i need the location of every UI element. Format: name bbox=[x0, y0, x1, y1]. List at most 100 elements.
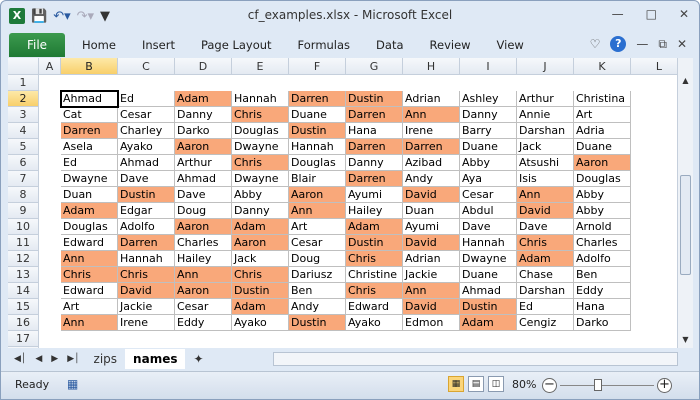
row-header-11[interactable]: 11 bbox=[8, 235, 39, 251]
cell[interactable]: Hannah bbox=[289, 139, 346, 155]
cell[interactable]: Ann bbox=[517, 187, 574, 203]
cell[interactable]: Charley bbox=[118, 123, 175, 139]
tab-insert[interactable]: Insert bbox=[129, 33, 188, 57]
cell[interactable]: Chris bbox=[517, 235, 574, 251]
row-header-5[interactable]: 5 bbox=[8, 139, 39, 155]
cell[interactable]: Dustin bbox=[346, 235, 403, 251]
cell[interactable]: Douglas bbox=[289, 155, 346, 171]
tab-page-layout[interactable]: Page Layout bbox=[188, 33, 285, 57]
maximize-icon[interactable]: □ bbox=[646, 7, 657, 21]
cell[interactable]: Dustin bbox=[118, 187, 175, 203]
cell[interactable]: Adrian bbox=[403, 251, 460, 267]
cell[interactable]: Darren bbox=[346, 171, 403, 187]
cell[interactable]: Isis bbox=[517, 171, 574, 187]
cell[interactable]: Aaron bbox=[175, 139, 232, 155]
cell[interactable]: Abby bbox=[232, 187, 289, 203]
cell[interactable]: Aaron bbox=[574, 155, 631, 171]
cell[interactable]: Cengiz bbox=[517, 315, 574, 331]
zoom-level[interactable]: 80% bbox=[512, 378, 536, 391]
cell[interactable]: Ayumi bbox=[403, 219, 460, 235]
cell[interactable]: Jack bbox=[232, 251, 289, 267]
cell[interactable]: Danny bbox=[175, 107, 232, 123]
cell[interactable]: Aaron bbox=[289, 187, 346, 203]
cell[interactable]: Ahmad bbox=[460, 283, 517, 299]
cell[interactable]: Barry bbox=[460, 123, 517, 139]
cell[interactable]: Aaron bbox=[175, 283, 232, 299]
cell[interactable]: Danny bbox=[232, 203, 289, 219]
cell[interactable]: Edward bbox=[61, 235, 118, 251]
cell[interactable]: Danny bbox=[346, 155, 403, 171]
cell[interactable]: Hannah bbox=[232, 91, 289, 107]
cell[interactable]: Adam bbox=[175, 91, 232, 107]
file-tab[interactable]: File bbox=[9, 33, 65, 57]
cell[interactable]: Andy bbox=[403, 171, 460, 187]
cell[interactable]: Adam bbox=[517, 251, 574, 267]
column-header-L[interactable]: L bbox=[631, 58, 677, 75]
cell[interactable]: Duane bbox=[460, 267, 517, 283]
cell[interactable]: Christina bbox=[574, 91, 631, 107]
page-break-view-icon[interactable]: ◫ bbox=[488, 376, 504, 392]
cell[interactable]: Irene bbox=[118, 315, 175, 331]
cell[interactable]: Dave bbox=[517, 219, 574, 235]
cell[interactable]: Duane bbox=[574, 139, 631, 155]
cell[interactable]: Douglas bbox=[61, 219, 118, 235]
cell[interactable]: Cesar bbox=[175, 299, 232, 315]
cell[interactable]: Ann bbox=[61, 251, 118, 267]
cell[interactable]: Cesar bbox=[118, 107, 175, 123]
cell[interactable]: Jackie bbox=[403, 267, 460, 283]
first-sheet-icon[interactable]: ◀│ bbox=[14, 354, 26, 364]
cell[interactable]: Ed bbox=[517, 299, 574, 315]
cell[interactable]: Dustin bbox=[289, 123, 346, 139]
row-header-8[interactable]: 8 bbox=[8, 187, 39, 203]
row-header-10[interactable]: 10 bbox=[8, 219, 39, 235]
cell[interactable]: David bbox=[403, 299, 460, 315]
cell[interactable]: Blair bbox=[289, 171, 346, 187]
cell[interactable]: Darren bbox=[346, 139, 403, 155]
row-header-3[interactable]: 3 bbox=[8, 107, 39, 123]
prev-sheet-icon[interactable]: ◀ bbox=[35, 354, 42, 364]
minimize-icon[interactable]: — bbox=[612, 7, 624, 21]
cell[interactable]: Ahmad bbox=[60, 90, 119, 108]
row-header-14[interactable]: 14 bbox=[8, 283, 39, 299]
cell[interactable]: Annie bbox=[517, 107, 574, 123]
cell[interactable]: Darko bbox=[175, 123, 232, 139]
cell[interactable]: Edgar bbox=[118, 203, 175, 219]
cell[interactable]: Adam bbox=[460, 315, 517, 331]
select-all-corner[interactable] bbox=[8, 58, 39, 75]
cell[interactable]: Chris bbox=[232, 155, 289, 171]
cell[interactable]: Dwayne bbox=[61, 171, 118, 187]
cell[interactable]: Dariusz bbox=[289, 267, 346, 283]
cell[interactable]: Abby bbox=[574, 187, 631, 203]
cell[interactable]: Chase bbox=[517, 267, 574, 283]
column-header-C[interactable]: C bbox=[118, 58, 175, 75]
scroll-down-icon[interactable]: ▼ bbox=[678, 335, 693, 344]
cell[interactable]: Dave bbox=[118, 171, 175, 187]
cell[interactable]: Dustin bbox=[289, 315, 346, 331]
cell[interactable]: Hana bbox=[346, 123, 403, 139]
row-header-15[interactable]: 15 bbox=[8, 299, 39, 315]
cell[interactable]: Charles bbox=[175, 235, 232, 251]
workbook-restore-icon[interactable]: ⧉ bbox=[658, 37, 667, 52]
cell[interactable]: Dwayne bbox=[232, 171, 289, 187]
cell[interactable]: Ayumi bbox=[346, 187, 403, 203]
cell[interactable]: Darren bbox=[403, 139, 460, 155]
cell[interactable]: David bbox=[403, 187, 460, 203]
cell[interactable]: Ann bbox=[175, 267, 232, 283]
column-header-B[interactable]: B bbox=[61, 58, 118, 75]
customize-qat-icon[interactable]: ▼ bbox=[100, 9, 110, 24]
workbook-close-icon[interactable]: ✕ bbox=[677, 37, 687, 51]
cell[interactable]: Eddy bbox=[175, 315, 232, 331]
tab-home[interactable]: Home bbox=[69, 33, 129, 57]
cell[interactable]: Cesar bbox=[460, 187, 517, 203]
row-header-4[interactable]: 4 bbox=[8, 123, 39, 139]
cell[interactable]: Danny bbox=[460, 107, 517, 123]
row-header-1[interactable]: 1 bbox=[8, 75, 39, 91]
cell[interactable]: Duane bbox=[289, 107, 346, 123]
cell[interactable]: Abby bbox=[460, 155, 517, 171]
cell[interactable]: Art bbox=[289, 219, 346, 235]
row-header-17[interactable]: 17 bbox=[8, 331, 39, 347]
page-layout-view-icon[interactable]: ▤ bbox=[468, 376, 484, 392]
cell[interactable]: Ahmad bbox=[175, 171, 232, 187]
last-sheet-icon[interactable]: ▶│ bbox=[67, 354, 79, 364]
cell[interactable]: Edward bbox=[61, 283, 118, 299]
